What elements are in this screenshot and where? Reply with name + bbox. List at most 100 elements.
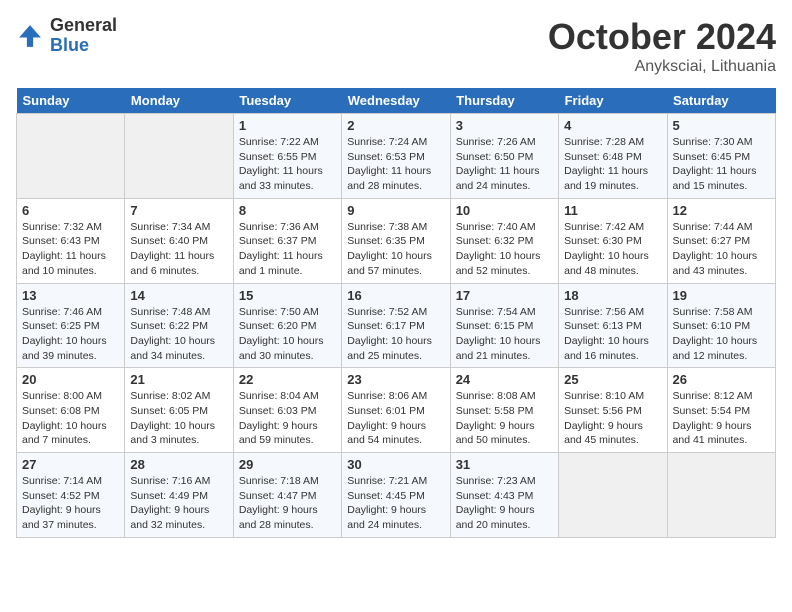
day-number: 2 <box>347 118 444 133</box>
title-block: October 2024 Anyksciai, Lithuania <box>548 16 776 76</box>
day-number: 25 <box>564 372 661 387</box>
day-detail: Sunrise: 7:52 AM Sunset: 6:17 PM Dayligh… <box>347 305 444 364</box>
day-detail: Sunrise: 8:04 AM Sunset: 6:03 PM Dayligh… <box>239 389 336 448</box>
calendar-cell: 28Sunrise: 7:16 AM Sunset: 4:49 PM Dayli… <box>125 453 233 538</box>
calendar-cell: 14 Sunrise: 7:48 AM Sunset: 6:22 PM Dayli… <box>125 283 233 368</box>
calendar-cell: 8 Sunrise: 7:36 AM Sunset: 6:37 PM Daylig… <box>233 198 341 283</box>
calendar-cell: 17 Sunrise: 7:54 AM Sunset: 6:15 PM Dayli… <box>450 283 558 368</box>
day-number: 12 <box>673 203 770 218</box>
day-number: 22 <box>239 372 336 387</box>
calendar-cell: 22 Sunrise: 8:04 AM Sunset: 6:03 PM Dayli… <box>233 368 341 453</box>
weekday-header: Friday <box>559 88 667 114</box>
day-number: 5 <box>673 118 770 133</box>
day-number: 26 <box>673 372 770 387</box>
calendar-cell: 4 Sunrise: 7:28 AM Sunset: 6:48 PM Daylig… <box>559 114 667 199</box>
day-number: 13 <box>22 288 119 303</box>
calendar-cell: 9Sunrise: 7:38 AM Sunset: 6:35 PM Daylig… <box>342 198 450 283</box>
day-detail: Sunrise: 7:14 AM Sunset: 4:52 PM Dayligh… <box>22 474 119 533</box>
day-detail: Sunrise: 7:46 AM Sunset: 6:25 PM Dayligh… <box>22 305 119 364</box>
calendar-cell <box>667 453 775 538</box>
day-detail: Sunrise: 7:42 AM Sunset: 6:30 PM Dayligh… <box>564 220 661 279</box>
day-detail: Sunrise: 7:18 AM Sunset: 4:47 PM Dayligh… <box>239 474 336 533</box>
day-detail: Sunrise: 7:56 AM Sunset: 6:13 PM Dayligh… <box>564 305 661 364</box>
calendar-cell: 5 Sunrise: 7:30 AM Sunset: 6:45 PM Daylig… <box>667 114 775 199</box>
location: Anyksciai, Lithuania <box>548 58 776 76</box>
day-number: 24 <box>456 372 553 387</box>
day-number: 19 <box>673 288 770 303</box>
day-detail: Sunrise: 8:02 AM Sunset: 6:05 PM Dayligh… <box>130 389 227 448</box>
logo: General Blue <box>16 16 117 56</box>
day-detail: Sunrise: 7:26 AM Sunset: 6:50 PM Dayligh… <box>456 135 553 194</box>
calendar-cell: 31Sunrise: 7:23 AM Sunset: 4:43 PM Dayli… <box>450 453 558 538</box>
day-number: 16 <box>347 288 444 303</box>
calendar-week-row: 1 Sunrise: 7:22 AM Sunset: 6:55 PM Daylig… <box>17 114 776 199</box>
calendar-cell: 13 Sunrise: 7:46 AM Sunset: 6:25 PM Dayli… <box>17 283 125 368</box>
calendar-cell <box>17 114 125 199</box>
day-detail: Sunrise: 7:58 AM Sunset: 6:10 PM Dayligh… <box>673 305 770 364</box>
day-number: 23 <box>347 372 444 387</box>
day-detail: Sunrise: 7:28 AM Sunset: 6:48 PM Dayligh… <box>564 135 661 194</box>
calendar-cell: 7 Sunrise: 7:34 AM Sunset: 6:40 PM Daylig… <box>125 198 233 283</box>
day-detail: Sunrise: 8:08 AM Sunset: 5:58 PM Dayligh… <box>456 389 553 448</box>
calendar-week-row: 6 Sunrise: 7:32 AM Sunset: 6:43 PM Daylig… <box>17 198 776 283</box>
day-detail: Sunrise: 8:00 AM Sunset: 6:08 PM Dayligh… <box>22 389 119 448</box>
day-number: 27 <box>22 457 119 472</box>
day-number: 30 <box>347 457 444 472</box>
calendar-cell <box>125 114 233 199</box>
day-number: 14 <box>130 288 227 303</box>
weekday-header: Monday <box>125 88 233 114</box>
day-number: 10 <box>456 203 553 218</box>
calendar-week-row: 13 Sunrise: 7:46 AM Sunset: 6:25 PM Dayli… <box>17 283 776 368</box>
day-detail: Sunrise: 7:24 AM Sunset: 6:53 PM Dayligh… <box>347 135 444 194</box>
day-number: 8 <box>239 203 336 218</box>
day-detail: Sunrise: 7:48 AM Sunset: 6:22 PM Dayligh… <box>130 305 227 364</box>
weekday-header: Sunday <box>17 88 125 114</box>
day-detail: Sunrise: 7:30 AM Sunset: 6:45 PM Dayligh… <box>673 135 770 194</box>
day-number: 21 <box>130 372 227 387</box>
day-number: 29 <box>239 457 336 472</box>
calendar-cell: 3 Sunrise: 7:26 AM Sunset: 6:50 PM Daylig… <box>450 114 558 199</box>
calendar-cell: 19 Sunrise: 7:58 AM Sunset: 6:10 PM Dayli… <box>667 283 775 368</box>
day-detail: Sunrise: 7:36 AM Sunset: 6:37 PM Dayligh… <box>239 220 336 279</box>
calendar-cell: 1 Sunrise: 7:22 AM Sunset: 6:55 PM Daylig… <box>233 114 341 199</box>
calendar-cell: 18 Sunrise: 7:56 AM Sunset: 6:13 PM Dayli… <box>559 283 667 368</box>
calendar-table: SundayMondayTuesdayWednesdayThursdayFrid… <box>16 88 776 538</box>
day-number: 6 <box>22 203 119 218</box>
day-number: 3 <box>456 118 553 133</box>
logo-text: General Blue <box>50 16 117 56</box>
calendar-week-row: 27 Sunrise: 7:14 AM Sunset: 4:52 PM Dayli… <box>17 453 776 538</box>
day-detail: Sunrise: 7:50 AM Sunset: 6:20 PM Dayligh… <box>239 305 336 364</box>
calendar-cell: 6 Sunrise: 7:32 AM Sunset: 6:43 PM Daylig… <box>17 198 125 283</box>
calendar-week-row: 20 Sunrise: 8:00 AM Sunset: 6:08 PM Dayli… <box>17 368 776 453</box>
day-number: 11 <box>564 203 661 218</box>
month-title: October 2024 <box>548 16 776 58</box>
day-number: 18 <box>564 288 661 303</box>
page-header: General Blue October 2024 Anyksciai, Lit… <box>16 16 776 76</box>
logo-icon <box>16 22 44 50</box>
day-detail: Sunrise: 7:40 AM Sunset: 6:32 PM Dayligh… <box>456 220 553 279</box>
calendar-cell: 20 Sunrise: 8:00 AM Sunset: 6:08 PM Dayli… <box>17 368 125 453</box>
day-number: 20 <box>22 372 119 387</box>
calendar-cell: 27 Sunrise: 7:14 AM Sunset: 4:52 PM Dayli… <box>17 453 125 538</box>
calendar-cell: 21 Sunrise: 8:02 AM Sunset: 6:05 PM Dayli… <box>125 368 233 453</box>
logo-blue: Blue <box>50 36 117 56</box>
day-number: 1 <box>239 118 336 133</box>
calendar-cell: 23Sunrise: 8:06 AM Sunset: 6:01 PM Dayli… <box>342 368 450 453</box>
weekday-header: Wednesday <box>342 88 450 114</box>
day-number: 15 <box>239 288 336 303</box>
weekday-header: Thursday <box>450 88 558 114</box>
day-detail: Sunrise: 7:32 AM Sunset: 6:43 PM Dayligh… <box>22 220 119 279</box>
calendar-cell: 10 Sunrise: 7:40 AM Sunset: 6:32 PM Dayli… <box>450 198 558 283</box>
weekday-header: Saturday <box>667 88 775 114</box>
calendar-cell <box>559 453 667 538</box>
day-number: 4 <box>564 118 661 133</box>
day-detail: Sunrise: 7:54 AM Sunset: 6:15 PM Dayligh… <box>456 305 553 364</box>
day-number: 31 <box>456 457 553 472</box>
day-detail: Sunrise: 7:16 AM Sunset: 4:49 PM Dayligh… <box>130 474 227 533</box>
calendar-cell: 12Sunrise: 7:44 AM Sunset: 6:27 PM Dayli… <box>667 198 775 283</box>
day-number: 17 <box>456 288 553 303</box>
day-detail: Sunrise: 8:12 AM Sunset: 5:54 PM Dayligh… <box>673 389 770 448</box>
day-number: 7 <box>130 203 227 218</box>
day-detail: Sunrise: 7:22 AM Sunset: 6:55 PM Dayligh… <box>239 135 336 194</box>
day-detail: Sunrise: 7:34 AM Sunset: 6:40 PM Dayligh… <box>130 220 227 279</box>
